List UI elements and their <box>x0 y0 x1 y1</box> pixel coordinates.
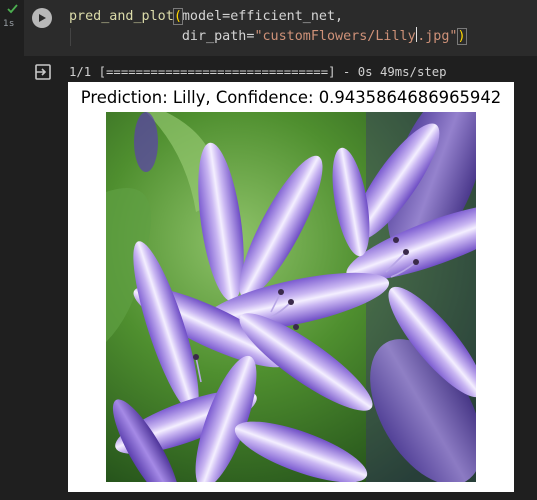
code-string-part-b: .jpg" <box>417 29 458 44</box>
code-line-1: pred_and_plot(model=efficient_net, <box>69 6 343 28</box>
output-figure: Prediction: Lilly, Confidence: 0.9435864… <box>68 82 514 492</box>
run-cell-button[interactable] <box>32 8 52 28</box>
progress-output: 1/1 [==============================] - 0… <box>69 65 447 79</box>
flower-image <box>106 112 476 482</box>
code-line-2: dir_path="customFlowers/Lilly .jpg") <box>69 26 467 48</box>
code-open-paren: ( <box>172 8 183 25</box>
code-close-paren: ) <box>456 28 467 45</box>
execution-gutter: 1s <box>0 0 24 500</box>
code-arg-key: dir_path= <box>181 29 255 44</box>
play-icon <box>39 14 46 22</box>
code-args-line1: model=efficient_net, <box>181 9 344 24</box>
cell-run-area <box>24 0 62 56</box>
execution-time: 1s <box>3 19 15 29</box>
figure-title: Prediction: Lilly, Confidence: 0.9435864… <box>80 88 502 107</box>
code-string-part-a: "customFlowers/Lilly <box>254 29 416 44</box>
code-function-name: pred_and_plot <box>69 9 174 24</box>
output-redirect-icon[interactable] <box>34 63 52 81</box>
check-icon <box>7 4 18 14</box>
code-editor[interactable]: pred_and_plot(model=efficient_net, dir_p… <box>62 0 537 56</box>
